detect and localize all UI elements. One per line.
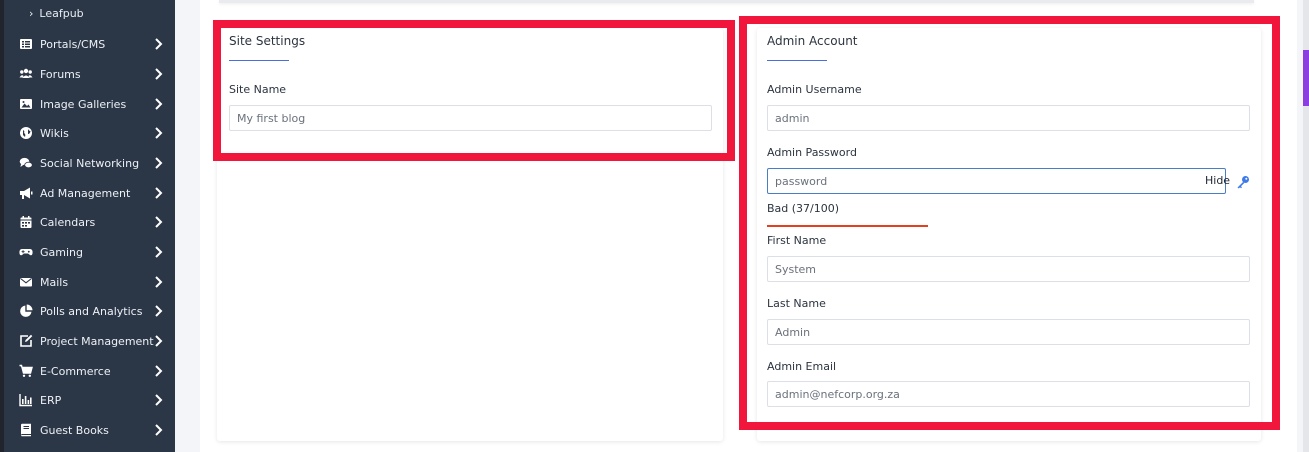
- sidebar-item-label: Portals/CMS: [40, 37, 106, 51]
- sidebar-item-portals-cms[interactable]: Portals/CMS: [0, 32, 175, 56]
- admin-username-label: Admin Username: [767, 83, 862, 96]
- admin-password-input[interactable]: password: [767, 168, 1226, 194]
- users-icon: [17, 67, 35, 81]
- top-card-edge: [219, 0, 1254, 3]
- sidebar-item-label: Guest Books: [40, 423, 109, 437]
- sidebar-item-label: Forums: [40, 67, 81, 81]
- sidebar-item-calendars[interactable]: Calendars: [0, 210, 175, 234]
- sidebar-item-label: Project Management: [40, 334, 154, 348]
- sidebar-item-erp[interactable]: ERP: [0, 388, 175, 412]
- password-strength-bar: [767, 225, 928, 227]
- first-name-label: First Name: [767, 234, 827, 247]
- sidebar-item-label: Wikis: [40, 126, 69, 140]
- first-name-input[interactable]: System: [767, 256, 1250, 282]
- key-icon[interactable]: [1236, 174, 1250, 189]
- sidebar-item-label: ERP: [40, 393, 62, 407]
- chevron-right-icon: [154, 36, 164, 52]
- list-icon: [17, 37, 35, 51]
- sidebar-subitem-leafpub[interactable]: › Leafpub: [29, 4, 84, 22]
- sidebar-item-label: Calendars: [40, 215, 96, 229]
- book-icon: [17, 423, 35, 437]
- password-strength-text: Bad (37/100): [767, 202, 840, 215]
- chevron-right-icon: ›: [29, 6, 34, 20]
- image-icon: [17, 97, 35, 111]
- pie-chart-icon: [17, 304, 35, 318]
- admin-account-underline: [767, 60, 827, 61]
- chevron-right-icon: [154, 66, 164, 82]
- sidebar-item-ecommerce[interactable]: E-Commerce: [0, 359, 175, 383]
- gamepad-icon: [17, 245, 35, 259]
- bar-chart-icon: [17, 393, 35, 407]
- sidebar-item-guest-books[interactable]: Guest Books: [0, 418, 175, 442]
- chevron-right-icon: [154, 363, 164, 379]
- admin-email-label: Admin Email: [767, 360, 837, 373]
- hide-password-toggle[interactable]: Hide: [1205, 174, 1230, 187]
- chevron-right-icon: [154, 333, 164, 349]
- sidebar-item-ad-management[interactable]: Ad Management: [0, 181, 175, 205]
- envelope-icon: [17, 275, 35, 289]
- chevron-right-icon: [154, 214, 164, 230]
- chevron-right-icon: [154, 125, 164, 141]
- sidebar-item-mails[interactable]: Mails: [0, 270, 175, 294]
- window-edge: [0, 0, 4, 452]
- chevron-right-icon: [154, 303, 164, 319]
- sidebar-item-label: Gaming: [40, 245, 83, 259]
- site-settings-underline: [229, 60, 289, 61]
- sidebar-item-label: Social Networking: [40, 156, 140, 170]
- chevron-right-icon: [154, 244, 164, 260]
- sidebar-item-wikis[interactable]: Wikis: [0, 121, 175, 145]
- globe-icon: [17, 126, 35, 140]
- admin-account-title: Admin Account: [767, 34, 858, 48]
- chevron-right-icon: [154, 422, 164, 438]
- sidebar-subitem-label: Leafpub: [39, 6, 84, 20]
- sidebar-item-label: Ad Management: [40, 186, 131, 200]
- chevron-right-icon: [154, 96, 164, 112]
- chevron-right-icon: [154, 185, 164, 201]
- chevron-right-icon: [154, 155, 164, 171]
- site-settings-card: [217, 28, 723, 441]
- last-name-label: Last Name: [767, 297, 826, 310]
- sidebar-item-image-galleries[interactable]: Image Galleries: [0, 92, 175, 116]
- scrollbar[interactable]: [1303, 0, 1309, 452]
- site-settings-title: Site Settings: [229, 34, 306, 48]
- sidebar-item-label: Polls and Analytics: [40, 304, 143, 318]
- admin-password-label: Admin Password: [767, 146, 857, 159]
- sidebar-item-gaming[interactable]: Gaming: [0, 240, 175, 264]
- cart-icon: [17, 364, 35, 378]
- site-name-label: Site Name: [229, 83, 287, 96]
- last-name-input[interactable]: Admin: [767, 319, 1250, 345]
- chevron-right-icon: [154, 274, 164, 290]
- scrollbar-thumb[interactable]: [1303, 50, 1309, 106]
- site-name-input[interactable]: My first blog: [229, 105, 712, 131]
- bullhorn-icon: [17, 186, 35, 200]
- admin-username-input[interactable]: admin: [767, 105, 1250, 131]
- comments-icon: [17, 156, 35, 170]
- sidebar-item-label: Mails: [40, 275, 69, 289]
- calendar-icon: [17, 215, 35, 229]
- sidebar-item-polls-analytics[interactable]: Polls and Analytics: [0, 299, 175, 323]
- sidebar-item-social-networking[interactable]: Social Networking: [0, 151, 175, 175]
- edit-icon: [17, 334, 35, 348]
- sidebar-item-forums[interactable]: Forums: [0, 62, 175, 86]
- sidebar-item-project-management[interactable]: Project Management: [0, 329, 175, 353]
- sidebar: › Leafpub Portals/CMS Forums Image Galle…: [0, 0, 175, 452]
- admin-email-input[interactable]: admin@nefcorp.org.za: [767, 381, 1250, 407]
- chevron-right-icon: [154, 392, 164, 408]
- sidebar-item-label: Image Galleries: [40, 97, 127, 111]
- sidebar-item-label: E-Commerce: [40, 364, 111, 378]
